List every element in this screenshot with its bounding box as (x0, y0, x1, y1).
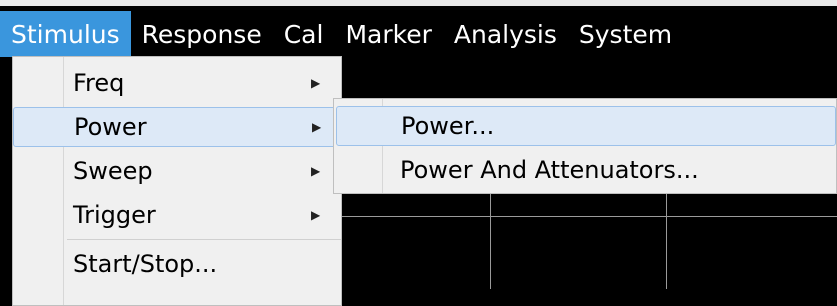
grid-line (490, 194, 491, 289)
menu-item-power[interactable]: Power ▶ (13, 107, 341, 147)
menu-cal[interactable]: Cal (273, 11, 335, 57)
menu-item-label: Power And Attenuators... (400, 156, 699, 184)
submenu-item-power-and-attenuators[interactable]: Power And Attenuators... (336, 150, 836, 190)
menu-item-trigger[interactable]: Trigger ▶ (13, 195, 341, 235)
menu-response[interactable]: Response (131, 11, 273, 57)
menu-item-label: Freq (73, 69, 125, 97)
menu-item-label: Sweep (73, 157, 153, 185)
menu-item-freq[interactable]: Freq ▶ (13, 63, 341, 103)
menu-marker[interactable]: Marker (334, 11, 442, 57)
menu-system[interactable]: System (568, 11, 683, 57)
menu-item-start-stop[interactable]: Start/Stop... (13, 244, 341, 284)
submenu-arrow-icon: ▶ (311, 76, 321, 90)
power-submenu: Power... Power And Attenuators... (333, 98, 837, 194)
menu-item-label: Power (74, 113, 147, 141)
menu-item-label: Start/Stop... (73, 250, 218, 278)
grid-line (666, 194, 667, 289)
menu-separator (67, 239, 341, 240)
submenu-item-power[interactable]: Power... (336, 106, 836, 146)
submenu-arrow-icon: ▶ (312, 120, 322, 134)
menu-item-sweep[interactable]: Sweep ▶ (13, 151, 341, 191)
menu-bar: Stimulus Response Cal Marker Analysis Sy… (0, 0, 837, 62)
stimulus-dropdown-menu: Freq ▶ Power ▶ Sweep ▶ Trigger ▶ Start/S… (12, 56, 342, 306)
grid-line (342, 216, 837, 217)
menu-stimulus[interactable]: Stimulus (0, 11, 131, 57)
menu-analysis[interactable]: Analysis (443, 11, 568, 57)
submenu-arrow-icon: ▶ (311, 164, 321, 178)
submenu-arrow-icon: ▶ (311, 208, 321, 222)
menu-item-label: Trigger (73, 201, 156, 229)
menu-item-label: Power... (401, 112, 495, 140)
